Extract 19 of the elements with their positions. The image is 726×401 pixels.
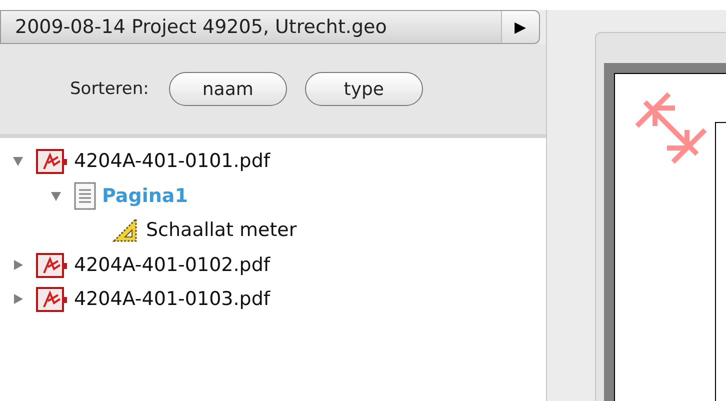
pdf-icon: [36, 147, 68, 176]
document-title: 2009-08-14 Project 49205, Utrecht.geo: [14, 15, 388, 40]
sort-button[interactable]: type: [304, 72, 423, 106]
tree-item-label[interactable]: 4204A-401-0103.pdf: [74, 288, 270, 310]
tree-item-label[interactable]: 4204A-401-0101.pdf: [74, 150, 270, 172]
resize-arrow-icon: [635, 92, 707, 164]
disclosure-triangle-icon[interactable]: [12, 293, 24, 306]
pdf-icon: [36, 250, 68, 279]
tree-item-label[interactable]: Schaallat meter: [146, 219, 297, 242]
document-selector[interactable]: 2009-08-14 Project 49205, Utrecht.geo ▶: [0, 10, 540, 44]
tree-item-label[interactable]: 4204A-401-0102.pdf: [74, 254, 270, 276]
sort-label: Sorteren:: [70, 79, 149, 99]
disclosure-triangle-icon[interactable]: [12, 258, 24, 271]
sort-button[interactable]: naam: [168, 72, 287, 106]
document-icon: [74, 182, 96, 210]
disclosure-triangle-icon[interactable]: [50, 190, 62, 202]
menu-arrow-button[interactable]: ▶: [501, 11, 539, 43]
disclosure-triangle-icon[interactable]: [12, 155, 24, 168]
pdf-icon: [36, 285, 68, 314]
